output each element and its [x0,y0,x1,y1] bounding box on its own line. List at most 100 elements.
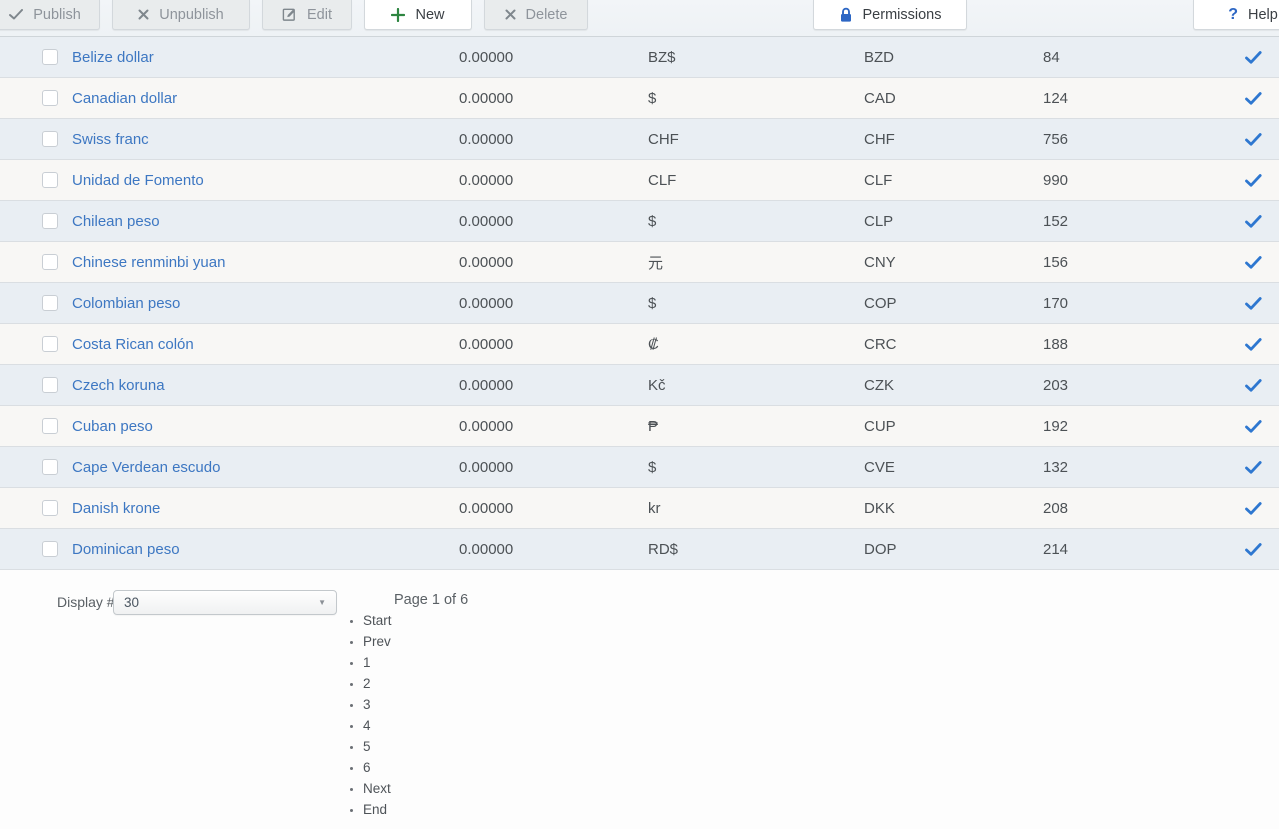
row-checkbox[interactable] [42,377,58,393]
table-row: Costa Rican colón 0.00000 ₡ CRC 188 [0,324,1279,365]
table-row: Danish krone 0.00000 kr DKK 208 [0,488,1279,529]
display-count-value: 30 [124,595,140,610]
currency-value: 0.00000 [459,499,514,517]
published-check-icon [1245,460,1262,474]
unpublish-button-label: Unpublish [159,6,224,23]
pagination-item[interactable]: 4 [363,715,392,736]
table-row: Unidad de Fomento 0.00000 CLF CLF 990 [0,160,1279,201]
new-button[interactable]: New [364,0,472,30]
currency-number: 84 [1043,48,1060,66]
published-toggle[interactable] [1245,91,1275,105]
currency-name-link[interactable]: Dominican peso [72,541,459,558]
currency-value: 0.00000 [459,294,514,312]
row-checkbox[interactable] [42,418,58,434]
pagination-item[interactable]: End [363,799,392,820]
new-button-label: New [415,6,445,23]
pagination-item[interactable]: 1 [363,652,392,673]
toolbar-left-group: Publish Unpublish Edit New Delete [0,0,588,30]
published-toggle[interactable] [1245,378,1275,392]
currency-name-link[interactable]: Unidad de Fomento [72,172,459,189]
lock-icon [839,7,853,23]
x-icon [138,9,149,20]
currency-value: 0.00000 [459,89,514,107]
pagination-item[interactable]: Next [363,778,392,799]
published-check-icon [1245,255,1262,269]
table-row: Belize dollar 0.00000 BZ$ BZD 84 [0,37,1279,78]
pagination-item[interactable]: 5 [363,736,392,757]
publish-button[interactable]: Publish [0,0,100,30]
question-icon: ? [1228,5,1238,23]
row-checkbox[interactable] [42,213,58,229]
currency-name-link[interactable]: Belize dollar [72,49,459,66]
published-toggle[interactable] [1245,501,1275,515]
toolbar: Publish Unpublish Edit New Delete Permis… [0,0,1279,36]
delete-button[interactable]: Delete [484,0,588,30]
published-toggle[interactable] [1245,255,1275,269]
currency-value: 0.00000 [459,417,514,435]
plus-icon [391,7,406,22]
currency-code: BZD [864,48,894,66]
published-toggle[interactable] [1245,296,1275,310]
published-check-icon [1245,337,1262,351]
currency-name-link[interactable]: Costa Rican colón [72,336,459,353]
row-checkbox[interactable] [42,500,58,516]
edit-button[interactable]: Edit [262,0,352,30]
table-row: Cape Verdean escudo 0.00000 $ CVE 132 [0,447,1279,488]
currency-value: 0.00000 [459,335,514,353]
row-checkbox[interactable] [42,295,58,311]
permissions-button[interactable]: Permissions [813,0,967,30]
pagination-item[interactable]: Prev [363,631,392,652]
chevron-down-icon: ▼ [318,598,326,607]
row-checkbox[interactable] [42,459,58,475]
row-checkbox[interactable] [42,254,58,270]
published-toggle[interactable] [1245,337,1275,351]
currency-name-link[interactable]: Danish krone [72,500,459,517]
currency-value: 0.00000 [459,458,514,476]
pagination-item[interactable]: 2 [363,673,392,694]
published-toggle[interactable] [1245,132,1275,146]
currency-name-link[interactable]: Swiss franc [72,131,459,148]
currency-name-link[interactable]: Colombian peso [72,295,459,312]
unpublish-button[interactable]: Unpublish [112,0,250,30]
published-toggle[interactable] [1245,173,1275,187]
currency-value: 0.00000 [459,212,514,230]
currency-name-link[interactable]: Canadian dollar [72,90,459,107]
currency-code: CAD [864,89,896,107]
published-toggle[interactable] [1245,460,1275,474]
published-toggle[interactable] [1245,50,1275,64]
currency-symbol: ₱ [648,417,659,435]
pagination-item[interactable]: 3 [363,694,392,715]
currency-name-link[interactable]: Cuban peso [72,418,459,435]
checkbox-cell [42,254,72,270]
published-toggle[interactable] [1245,214,1275,228]
currency-name-link[interactable]: Czech koruna [72,377,459,394]
row-checkbox[interactable] [42,336,58,352]
pagination-item[interactable]: Start [363,610,392,631]
currency-name-link[interactable]: Cape Verdean escudo [72,459,459,476]
row-checkbox[interactable] [42,541,58,557]
page-counter: Page 1 of 6 [394,592,469,608]
pagination-item[interactable]: 6 [363,757,392,778]
row-checkbox[interactable] [42,49,58,65]
currency-number: 990 [1043,171,1069,189]
x-icon [505,9,516,20]
table-row: Canadian dollar 0.00000 $ CAD 124 [0,78,1279,119]
row-checkbox[interactable] [42,172,58,188]
display-count-select[interactable]: 30 ▼ [113,590,337,615]
table-row: Cuban peso 0.00000 ₱ CUP 192 [0,406,1279,447]
row-checkbox[interactable] [42,131,58,147]
row-checkbox[interactable] [42,90,58,106]
currency-name-link[interactable]: Chinese renminbi yuan [72,254,459,271]
currency-symbol: kr [648,499,661,517]
help-button[interactable]: ? Help [1193,0,1279,30]
published-toggle[interactable] [1245,419,1275,433]
currency-table: Belize dollar 0.00000 BZ$ BZD 84 Canadia… [0,36,1279,570]
currency-code: CLP [864,212,894,230]
currency-number: 124 [1043,89,1069,107]
currency-number: 132 [1043,458,1069,476]
published-toggle[interactable] [1245,542,1275,556]
currency-name-link[interactable]: Chilean peso [72,213,459,230]
display-count-label: Display # [57,594,115,610]
currency-code: CVE [864,458,895,476]
table-row: Dominican peso 0.00000 RD$ DOP 214 [0,529,1279,570]
